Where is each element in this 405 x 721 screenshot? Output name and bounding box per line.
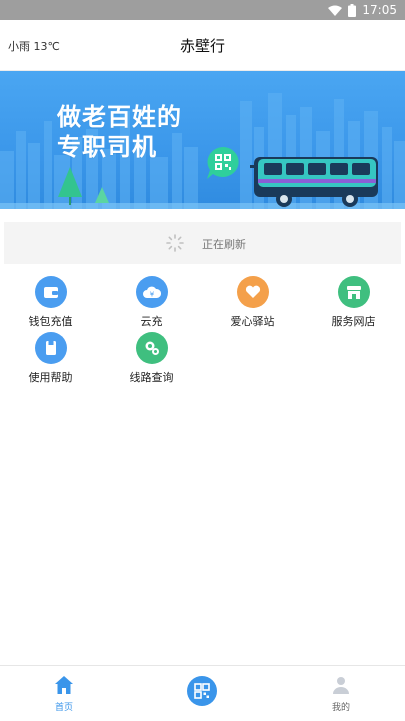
promo-banner[interactable]: 做老百姓的 专职司机	[0, 71, 405, 209]
wifi-icon	[328, 5, 343, 16]
help-icon	[34, 332, 67, 364]
home-icon	[54, 675, 74, 699]
qr-chat-icon	[205, 146, 241, 184]
route-icon	[135, 332, 168, 364]
status-time: 17:05	[362, 3, 397, 17]
shop-icon	[337, 276, 370, 308]
grid-item-label: 云充	[140, 315, 163, 328]
grid-item-love-station[interactable]: 爱心驿站	[202, 276, 303, 332]
bottom-tab-bar: 首页 我的	[0, 665, 405, 721]
tab-home[interactable]: 首页	[24, 666, 104, 721]
grid-item-service-outlet[interactable]: 服务网店	[303, 276, 404, 332]
refresh-indicator: 正在刷新	[4, 222, 401, 264]
grid-item-wallet-recharge[interactable]: 钱包充值	[0, 276, 101, 332]
grid-item-label: 爱心驿站	[230, 315, 275, 328]
status-bar: 17:05	[0, 0, 405, 20]
heart-icon	[236, 276, 269, 308]
tab-label: 首页	[54, 703, 73, 713]
battery-icon	[348, 3, 357, 17]
tab-label: 我的	[331, 703, 350, 713]
svg-text:¥: ¥	[149, 291, 154, 299]
grid-item-cloud-recharge[interactable]: ¥ 云充	[101, 276, 202, 332]
grid-item-route-query[interactable]: 线路查询	[101, 332, 202, 388]
app-header: 小雨 13℃ 赤壁行	[0, 20, 405, 71]
qr-scan-icon	[187, 676, 217, 710]
page-title: 赤壁行	[179, 37, 225, 55]
bus-icon	[250, 155, 382, 209]
yen-cloud-icon: ¥	[135, 276, 168, 308]
grid-item-label: 使用帮助	[28, 371, 73, 384]
wallet-icon	[34, 276, 67, 308]
grid-item-label: 服务网店	[331, 315, 376, 328]
tab-scan[interactable]	[162, 666, 242, 721]
tab-profile[interactable]: 我的	[301, 666, 381, 721]
banner-line-2: 专职司机	[57, 133, 157, 161]
user-icon	[332, 676, 350, 698]
grid-item-usage-help[interactable]: 使用帮助	[0, 332, 101, 388]
loading-spinner-icon	[166, 234, 184, 256]
refresh-status-text: 正在刷新	[202, 238, 246, 251]
grid-item-label: 线路查询	[129, 371, 174, 384]
grid-item-label: 钱包充值	[28, 315, 73, 328]
